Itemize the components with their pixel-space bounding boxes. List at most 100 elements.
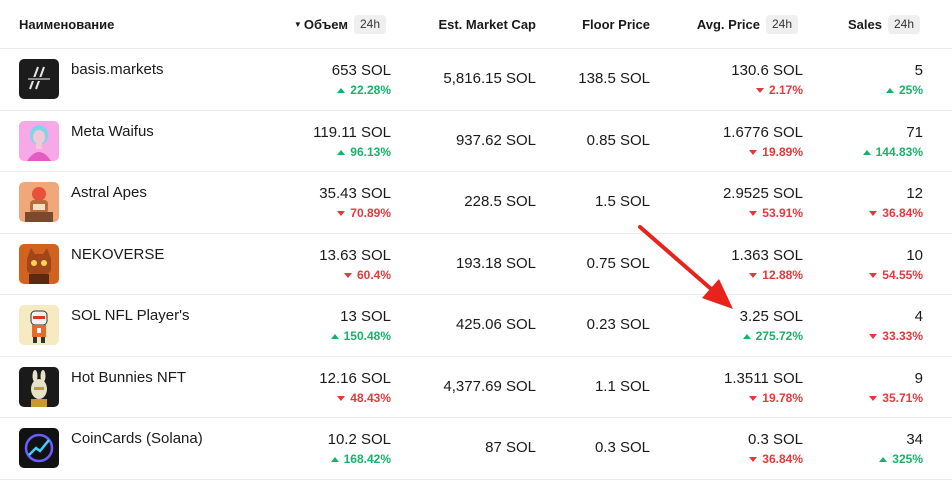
market-cap-value: 4,377.69 SOL — [443, 377, 536, 395]
sol-nfl-logo-icon[interactable] — [19, 305, 59, 345]
table-row[interactable]: SOL NFL Player's 13 SOL 150.48% 425.06 SOL 0… — [0, 295, 952, 357]
avg-price-change-value: 12.88% — [762, 267, 803, 282]
avg-price-change: 36.84% — [749, 452, 803, 466]
collection-name[interactable]: Meta Waifus — [71, 123, 154, 140]
period-badge-avg-price[interactable]: 24h — [765, 15, 798, 34]
column-header-avg-price[interactable]: Avg. Price 24h — [660, 0, 798, 49]
change-up-arrow-icon — [330, 457, 339, 462]
change-down-arrow-icon — [343, 272, 352, 278]
table-row[interactable]: CoinCards (Solana) 10.2 SOL 168.42% 87 SOL 0… — [0, 418, 952, 480]
change-down-arrow-icon — [749, 395, 758, 401]
avg-price-change: 19.89% — [749, 145, 803, 159]
meta-waifus-logo-icon[interactable] — [19, 120, 59, 161]
column-header-name[interactable]: Наименование — [19, 0, 114, 49]
avg-price-value: 3.25 SOL — [739, 308, 803, 325]
change-up-arrow-icon — [337, 149, 346, 155]
avg-price-value: 130.6 SOL — [731, 62, 803, 79]
volume-value: 119.11 SOL — [313, 123, 391, 141]
volume-change-value: 48.43% — [350, 390, 391, 405]
volume-value: 13 SOL — [340, 308, 391, 325]
sort-caret-down-icon: ▼ — [293, 20, 302, 29]
table-row[interactable]: Meta Waifus 119.11 SOL 96.13% 937.62 SOL 0.8… — [0, 111, 952, 172]
market-cap-value: 937.62 SOL — [455, 131, 536, 149]
column-header-floor-price[interactable]: Floor Price — [550, 0, 650, 49]
collection-name[interactable]: CoinCards (Solana) — [71, 430, 203, 447]
column-header-sales[interactable]: Sales 24h — [820, 0, 920, 49]
table-header: Наименование ▼ Объем 24h Est. Market Cap… — [0, 0, 952, 49]
column-header-volume-label: Объем — [303, 17, 348, 32]
sales-value: 10 — [906, 246, 923, 264]
column-header-avg-price-label: Avg. Price — [696, 17, 760, 32]
change-up-arrow-icon — [862, 149, 871, 155]
collection-name[interactable]: SOL NFL Player's — [71, 307, 189, 324]
collection-name[interactable]: basis.markets — [71, 61, 164, 78]
nekoverse-logo-icon[interactable] — [19, 243, 59, 284]
sales-value: 9 — [914, 369, 923, 387]
floor-price-value: 0.85 SOL — [586, 131, 650, 149]
sales-value: 71 — [906, 123, 923, 141]
avg-price-value: 1.3511 SOL — [724, 369, 803, 387]
change-down-arrow-icon — [869, 334, 878, 339]
collection-name[interactable]: NEKOVERSE — [71, 246, 164, 263]
change-up-arrow-icon — [742, 334, 751, 339]
market-cap-value: 87 SOL — [485, 439, 536, 456]
sales-change: 25% — [885, 83, 923, 97]
sales-change: 36.84% — [869, 206, 923, 220]
collection-name[interactable]: Hot Bunnies NFT — [71, 369, 186, 386]
hot-bunnies-logo-icon[interactable] — [19, 366, 59, 407]
sales-change-value: 35.71% — [882, 390, 923, 405]
volume-change: 48.43% — [337, 391, 391, 405]
sales-value: 34 — [906, 431, 923, 448]
floor-price-value: 138.5 SOL — [578, 70, 650, 87]
column-header-volume[interactable]: ▼ Объем 24h — [240, 0, 386, 49]
volume-change-value: 60.4% — [356, 267, 391, 282]
collection-name[interactable]: Astral Apes — [71, 184, 147, 201]
table-row[interactable]: basis.markets 653 SOL 22.28% 5,816.15 SOL 13… — [0, 49, 952, 111]
column-header-sales-label: Sales — [847, 17, 882, 32]
change-up-arrow-icon — [330, 334, 339, 339]
period-badge-volume[interactable]: 24h — [353, 15, 386, 34]
sales-value: 5 — [914, 62, 923, 79]
avg-price-change-value: 2.17% — [768, 83, 803, 97]
volume-change: 96.13% — [337, 145, 391, 159]
floor-price-value: 0.3 SOL — [594, 439, 650, 456]
volume-change: 60.4% — [343, 267, 391, 282]
table-row[interactable]: NEKOVERSE 13.63 SOL 60.4% 193.18 SOL 0.75 SO… — [0, 234, 952, 295]
volume-change: 150.48% — [330, 329, 391, 343]
table-row[interactable]: Astral Apes 35.43 SOL 70.89% 228.5 SOL 1.5 S… — [0, 172, 952, 234]
change-up-arrow-icon — [885, 88, 894, 93]
sales-change-value: 144.83% — [875, 144, 923, 159]
avg-price-value: 1.6776 SOL — [722, 123, 803, 141]
astral-apes-logo-icon[interactable] — [19, 182, 59, 222]
coincards-logo-icon[interactable] — [19, 428, 59, 468]
avg-price-change-value: 53.91% — [762, 206, 803, 220]
change-down-arrow-icon — [869, 272, 878, 278]
volume-value: 13.63 SOL — [319, 246, 391, 264]
column-header-market-cap[interactable]: Est. Market Cap — [400, 0, 536, 49]
sales-change-value: 325% — [892, 452, 923, 466]
avg-price-change: 12.88% — [749, 268, 803, 282]
avg-price-value: 2.9525 SOL — [722, 185, 803, 202]
sales-change: 54.55% — [869, 268, 923, 282]
avg-price-change-value: 36.84% — [762, 452, 803, 466]
column-header-market-cap-label: Est. Market Cap — [438, 17, 536, 32]
period-badge-sales[interactable]: 24h — [887, 15, 920, 34]
sales-change-value: 36.84% — [882, 206, 923, 220]
sales-change-value: 33.33% — [882, 329, 923, 343]
volume-change-value: 168.42% — [343, 452, 391, 466]
volume-change: 70.89% — [337, 206, 391, 220]
volume-change-value: 96.13% — [350, 144, 391, 159]
avg-price-change: 53.91% — [749, 206, 803, 220]
change-down-arrow-icon — [337, 211, 346, 216]
volume-change-value: 22.28% — [350, 83, 391, 97]
market-cap-value: 228.5 SOL — [464, 193, 536, 210]
sales-change: 33.33% — [869, 329, 923, 343]
avg-price-value: 1.363 SOL — [731, 246, 803, 264]
volume-change-value: 150.48% — [343, 329, 391, 343]
table-row[interactable]: Hot Bunnies NFT 12.16 SOL 48.43% 4,377.69 S… — [0, 357, 952, 418]
basis-logo-icon[interactable] — [19, 59, 59, 99]
volume-value: 12.16 SOL — [319, 369, 391, 387]
change-down-arrow-icon — [749, 272, 758, 278]
sales-change-value: 54.55% — [882, 267, 923, 282]
avg-price-change: 19.78% — [749, 391, 803, 405]
